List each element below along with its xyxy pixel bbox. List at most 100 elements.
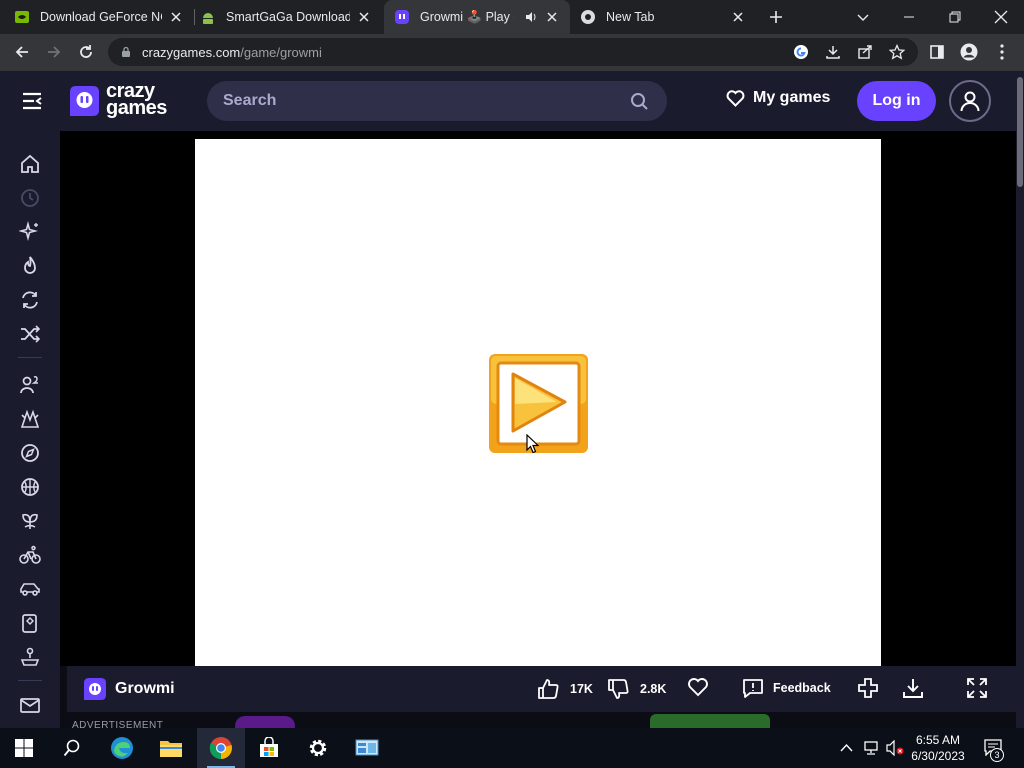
advertisement-label: ADVERTISEMENT	[72, 720, 164, 728]
card-icon[interactable]	[19, 612, 41, 634]
feedback-label: Feedback	[773, 681, 831, 695]
volume-muted-icon[interactable]	[886, 740, 904, 756]
tab-title: Download GeForce NOW	[40, 10, 162, 24]
game-area	[60, 131, 1016, 666]
tab-smartgaga[interactable]: SmartGaGa Download	[200, 0, 382, 34]
category-sidebar	[0, 131, 60, 728]
url-domain: crazygames.com	[142, 45, 241, 60]
share-icon[interactable]	[857, 44, 873, 60]
browser-tab-strip: Download GeForce NOW SmartGaGa Download …	[0, 0, 1024, 34]
game-frame[interactable]	[195, 139, 881, 666]
login-button[interactable]: Log in	[857, 81, 936, 121]
close-window-button[interactable]	[978, 0, 1024, 34]
thumbs-down-icon	[608, 679, 629, 699]
taskbar-search-button[interactable]	[48, 728, 96, 768]
back-button[interactable]	[8, 38, 36, 66]
network-icon[interactable]	[862, 740, 880, 756]
ad-image[interactable]	[235, 716, 295, 728]
search-input[interactable]	[223, 81, 623, 121]
dislike-button[interactable]: 2.8K	[607, 677, 666, 701]
taskbar-edge[interactable]	[98, 728, 146, 768]
star-icon[interactable]	[889, 44, 905, 60]
crazygames-logo-icon[interactable]	[68, 84, 101, 118]
forward-button[interactable]	[40, 38, 68, 66]
taskbar-settings[interactable]	[294, 728, 342, 768]
tab-title: Growmi 🕹️ Play on	[420, 9, 514, 24]
mail-icon[interactable]	[19, 694, 41, 716]
trending-icon[interactable]	[19, 255, 41, 277]
taskbar-chrome[interactable]	[197, 728, 245, 768]
new-icon[interactable]	[19, 221, 41, 243]
controller-icon[interactable]	[19, 646, 41, 668]
taskbar-control-panel[interactable]	[343, 728, 391, 768]
profile-button[interactable]	[955, 38, 983, 66]
ad-button[interactable]	[650, 714, 770, 728]
action-center-button[interactable]: 3	[980, 728, 1020, 768]
download-button[interactable]	[902, 677, 924, 699]
nvidia-icon	[15, 11, 29, 23]
recent-icon[interactable]	[19, 187, 41, 209]
heart-icon	[726, 89, 745, 107]
side-panel-icon	[930, 45, 944, 59]
restore-button[interactable]	[932, 0, 978, 34]
casual-icon[interactable]	[19, 510, 41, 532]
like-button[interactable]: 17K	[537, 677, 593, 701]
audio-playing-icon[interactable]	[524, 10, 538, 24]
google-lens-icon[interactable]	[793, 44, 809, 60]
minimize-button[interactable]	[886, 0, 932, 34]
tab-growmi[interactable]: Growmi 🕹️ Play on	[384, 0, 570, 34]
new-tab-icon[interactable]	[768, 9, 784, 25]
user-profile-button[interactable]	[949, 80, 991, 122]
tab-search-button[interactable]	[840, 0, 886, 34]
show-hidden-icons-icon[interactable]	[840, 742, 853, 754]
chrome-icon	[209, 737, 232, 760]
close-tab-icon[interactable]	[730, 9, 746, 25]
updated-icon[interactable]	[19, 289, 41, 311]
crazygames-badge-icon	[84, 678, 106, 700]
action-icon[interactable]	[19, 408, 41, 430]
home-icon[interactable]	[19, 153, 41, 175]
tab-new-tab[interactable]: New Tab	[580, 0, 756, 34]
my-games-button[interactable]: My games	[726, 89, 830, 107]
menu-collapse-icon[interactable]	[21, 90, 43, 112]
lock-icon[interactable]	[120, 46, 132, 58]
page-scrollbar[interactable]	[1016, 71, 1024, 728]
car-icon[interactable]	[19, 578, 41, 600]
side-panel-button[interactable]	[923, 38, 951, 66]
tab-geforce[interactable]: Download GeForce NOW	[14, 0, 194, 34]
gear-icon	[309, 739, 327, 757]
address-bar[interactable]: crazygames.com/game/growmi	[108, 38, 918, 66]
download-icon	[903, 679, 923, 698]
taskbar-file-explorer[interactable]	[147, 728, 195, 768]
basketball-icon[interactable]	[19, 476, 41, 498]
bike-icon[interactable]	[19, 544, 41, 566]
search-icon[interactable]	[630, 92, 649, 111]
chrome-menu-button[interactable]	[988, 38, 1016, 66]
feedback-icon	[743, 679, 763, 698]
favorite-button[interactable]	[687, 677, 709, 697]
fullscreen-button[interactable]	[966, 677, 988, 699]
game-title: Growmi	[115, 680, 175, 697]
crazygames-logo-text[interactable]: crazy games	[106, 81, 167, 118]
adventure-icon[interactable]	[19, 442, 41, 464]
heart-icon	[688, 678, 708, 697]
mouse-cursor-icon	[526, 434, 539, 454]
close-tab-icon[interactable]	[168, 9, 184, 25]
feedback-button[interactable]: Feedback	[742, 677, 831, 699]
arrow-left-icon	[15, 46, 28, 58]
install-app-icon[interactable]	[825, 44, 841, 60]
multiplayer-icon[interactable]	[19, 374, 41, 396]
system-clock[interactable]: 6:55 AM 6/30/2023	[904, 732, 972, 764]
clock-date: 6/30/2023	[911, 749, 965, 763]
reload-button[interactable]	[72, 38, 100, 66]
notification-count-badge: 3	[990, 748, 1004, 762]
close-tab-icon[interactable]	[356, 9, 372, 25]
embed-button[interactable]	[857, 677, 879, 699]
browser-toolbar: crazygames.com/game/growmi	[0, 34, 1024, 71]
scrollbar-thumb[interactable]	[1017, 77, 1023, 187]
start-button[interactable]	[0, 728, 48, 768]
random-icon[interactable]	[19, 323, 41, 345]
close-tab-icon[interactable]	[544, 9, 560, 25]
taskbar-store[interactable]	[245, 728, 293, 768]
like-count: 17K	[570, 682, 593, 696]
